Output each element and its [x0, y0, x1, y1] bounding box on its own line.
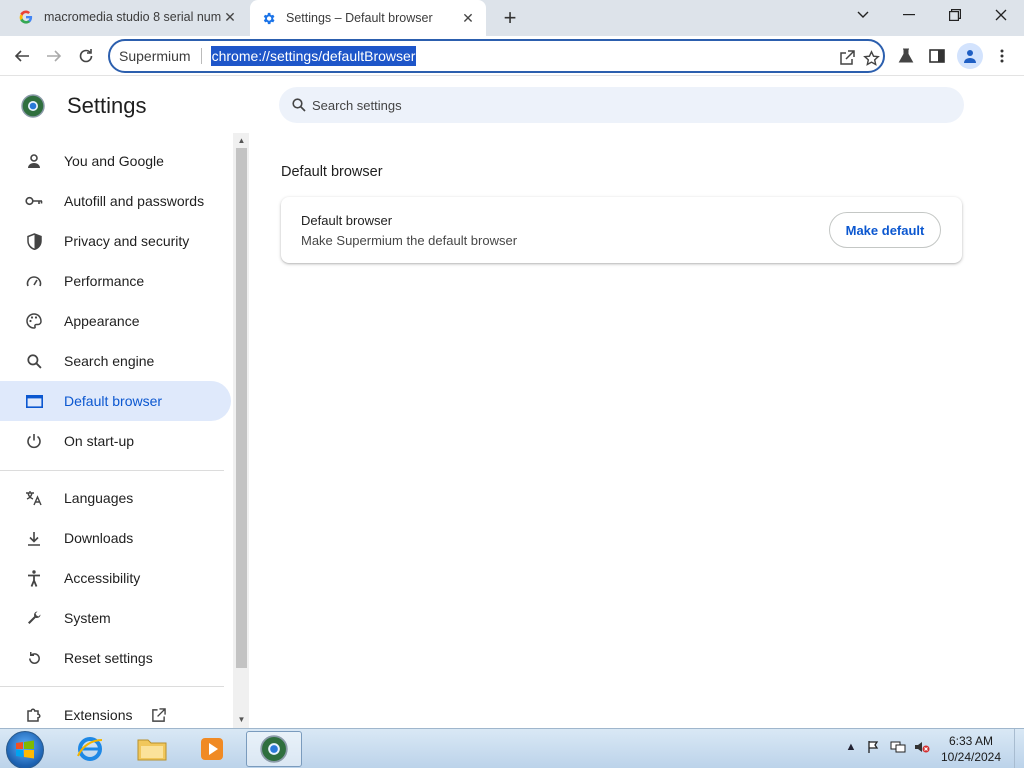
browser-window-icon	[24, 391, 44, 411]
reload-button[interactable]	[72, 42, 100, 70]
internet-explorer-icon[interactable]	[62, 731, 118, 767]
person-icon	[24, 151, 44, 171]
share-icon[interactable]	[837, 48, 857, 68]
wrench-icon	[24, 608, 44, 628]
restore-button[interactable]	[932, 0, 978, 30]
google-g-icon	[18, 9, 34, 25]
download-icon	[24, 528, 44, 548]
page-title: Settings	[67, 93, 147, 118]
accessibility-icon	[24, 568, 44, 588]
volume-muted-icon[interactable]	[914, 739, 930, 755]
sidebar-item-extensions[interactable]: Extensions	[0, 695, 232, 728]
url-text[interactable]: chrome://settings/defaultBrowser	[210, 46, 417, 66]
tab-search-chevron-icon[interactable]	[840, 0, 886, 30]
sidebar-item-search-engine[interactable]: Search engine	[0, 341, 232, 381]
gear-icon	[260, 10, 276, 26]
sidebar-divider	[0, 470, 224, 471]
toolbar: Supermium chrome://settings/defaultBrows…	[0, 36, 1024, 76]
profile-avatar[interactable]	[957, 43, 983, 69]
sidebar-divider	[0, 686, 224, 687]
clock-time: 6:33 AM	[948, 734, 994, 748]
palette-icon	[24, 311, 44, 331]
power-icon	[24, 431, 44, 451]
card-description: Make Supermium the default browser	[301, 233, 518, 248]
close-window-button[interactable]	[978, 0, 1024, 30]
tab-google-search[interactable]: macromedia studio 8 serial num ✕	[8, 0, 248, 34]
sidebar-item-privacy[interactable]: Privacy and security	[0, 221, 232, 261]
menu-kebab-icon[interactable]	[991, 45, 1013, 67]
file-explorer-icon[interactable]	[124, 731, 180, 767]
sidebar-item-downloads[interactable]: Downloads	[0, 518, 232, 558]
sidebar-item-system[interactable]: System	[0, 598, 232, 638]
sidebar-item-you-and-google[interactable]: You and Google	[0, 141, 232, 181]
settings-search[interactable]	[279, 87, 964, 123]
sidebar-item-default-browser[interactable]: Default browser	[0, 381, 231, 421]
show-hidden-icons-icon[interactable]: ▲	[843, 739, 859, 755]
sidebar-item-reset[interactable]: Reset settings	[0, 638, 232, 678]
search-input[interactable]	[312, 97, 912, 113]
puzzle-icon	[24, 705, 44, 725]
show-desktop-button[interactable]	[1014, 729, 1024, 768]
back-button[interactable]	[8, 42, 36, 70]
settings-sidebar: You and Google Autofill and passwords Pr…	[0, 140, 232, 728]
sidebar-item-accessibility[interactable]: Accessibility	[0, 558, 232, 598]
minimize-button[interactable]	[886, 0, 932, 30]
start-button[interactable]	[6, 731, 44, 768]
new-tab-button[interactable]: +	[498, 5, 522, 30]
sidebar-item-performance[interactable]: Performance	[0, 261, 232, 301]
translate-icon	[24, 488, 44, 508]
section-title: Default browser	[281, 164, 383, 180]
scroll-up-icon[interactable]: ▲	[236, 136, 247, 146]
external-link-icon	[148, 705, 168, 725]
sidebar-item-languages[interactable]: Languages	[0, 478, 232, 518]
clock-date: 10/24/2024	[940, 750, 1002, 764]
sidebar-item-autofill[interactable]: Autofill and passwords	[0, 181, 232, 221]
tab-title: macromedia studio 8 serial num	[44, 10, 222, 24]
media-player-icon[interactable]	[184, 731, 240, 767]
labs-flask-icon[interactable]	[895, 45, 917, 67]
card-title: Default browser	[301, 213, 393, 228]
sidebar-item-on-startup[interactable]: On start-up	[0, 421, 232, 461]
network-icon[interactable]	[890, 739, 906, 755]
forward-button[interactable]	[40, 42, 68, 70]
reset-icon	[24, 648, 44, 668]
speedometer-icon	[24, 271, 44, 291]
bookmark-star-icon[interactable]	[861, 48, 881, 68]
tab-settings-default-browser[interactable]: Settings – Default browser ✕	[250, 0, 486, 36]
sidebar-item-appearance[interactable]: Appearance	[0, 301, 232, 341]
close-tab-icon[interactable]: ✕	[222, 9, 238, 25]
action-center-flag-icon[interactable]	[866, 739, 882, 755]
search-icon	[24, 351, 44, 371]
address-bar[interactable]: Supermium chrome://settings/defaultBrows…	[108, 39, 885, 73]
search-icon	[290, 96, 308, 114]
supermium-taskbar-icon[interactable]	[246, 731, 302, 767]
scroll-down-icon[interactable]: ▼	[236, 715, 247, 725]
make-default-button[interactable]: Make default	[829, 212, 941, 248]
close-tab-icon[interactable]: ✕	[460, 10, 476, 26]
supermium-logo-icon	[21, 94, 45, 118]
default-browser-card: Default browser Make Supermium the defau…	[281, 197, 962, 263]
shield-icon	[24, 231, 44, 251]
key-icon	[24, 191, 44, 211]
scrollbar-thumb[interactable]	[236, 148, 247, 668]
windows-taskbar: ▲ 6:33 AM 10/24/2024	[0, 728, 1024, 768]
sidebar-scrollbar[interactable]: ▲ ▼	[233, 133, 249, 728]
system-clock[interactable]: 6:33 AM 10/24/2024	[936, 733, 1006, 765]
site-chip[interactable]: Supermium	[119, 48, 202, 64]
tab-strip: macromedia studio 8 serial num ✕ Setting…	[0, 0, 1024, 36]
side-panel-icon[interactable]	[926, 45, 948, 67]
tab-title: Settings – Default browser	[286, 11, 433, 25]
